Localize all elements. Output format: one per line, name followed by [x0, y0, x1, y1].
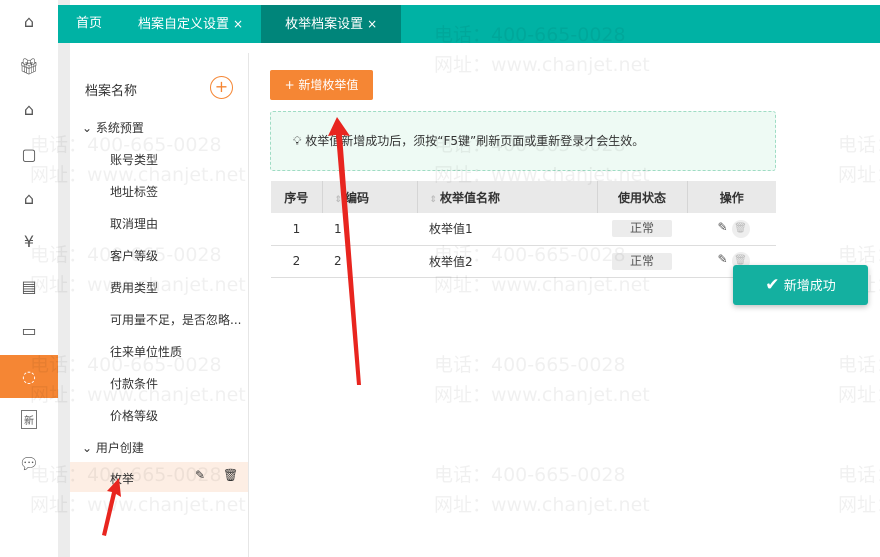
edit-icon[interactable]: ✎ [717, 252, 727, 266]
status-badge: 正常 [612, 252, 672, 270]
tab-bar: 首页 档案自定义设置 × 枚举档案设置 × [58, 5, 880, 43]
archive-tree-panel: 档案名称 + ⌄ 系统预置 账号类型 地址标签 取消理由 客户等级 费用类型 可… [70, 53, 249, 557]
tree-item[interactable]: 账号类型 [110, 151, 158, 168]
tip-box: 💡︎ 枚举值新增成功后，须按“F5键”刷新页面或重新登录才会生效。 [270, 111, 776, 171]
close-icon[interactable]: × [233, 17, 243, 31]
table-row: 2 2 枚举值2 正常 ✎ 🗑︎ [271, 245, 776, 278]
group-label: 系统预置 [95, 121, 144, 135]
tree-item[interactable]: 地址标签 [110, 183, 158, 200]
col-no: 序号 [271, 181, 323, 213]
building-icon[interactable]: ⌂ [0, 177, 58, 220]
tab-label: 档案自定义设置 [138, 17, 230, 32]
chat-icon[interactable]: 💬︎ [0, 442, 58, 485]
tab-label: 首页 [76, 16, 103, 31]
tab-home[interactable]: 首页 [58, 5, 120, 43]
tree-item[interactable]: 客户等级 [110, 247, 158, 264]
chevron-down-icon: ⌄ [82, 441, 93, 455]
edit-icon[interactable]: ✎ [195, 468, 205, 482]
cell-status: 正常 [597, 245, 687, 278]
col-name[interactable]: ⇕ 枚举值名称 [417, 181, 598, 213]
cell-no: 2 [271, 245, 322, 278]
clipboard-icon[interactable]: ▤ [0, 265, 58, 308]
sort-icon[interactable]: ⇕ [335, 195, 343, 205]
col-code[interactable]: ⇕ 编码 [322, 181, 418, 213]
enum-table: 序号 ⇕ 编码 ⇕ 枚举值名称 使用状态 操作 1 1 枚举值1 正常 ✎ 🗑︎ 2 … [271, 181, 776, 278]
tree-item[interactable]: 费用类型 [110, 279, 158, 296]
house-s-icon[interactable]: ⌂ [0, 88, 58, 131]
cell-status: 正常 [597, 213, 687, 246]
toast-text: 新增成功 [783, 279, 836, 294]
tree-item[interactable]: 可用量不足，是否忽略... [110, 311, 245, 328]
icon-rail: ⌂ 🎁︎ ⌂ ▢ ⌂ ¥ ▤ ▭ ◌ 新 💬︎ [0, 0, 58, 557]
col-actions: 操作 [687, 181, 776, 213]
success-toast: ✔ 新增成功 [733, 265, 868, 305]
gift-icon[interactable]: 🎁︎ [0, 45, 58, 88]
cell-name: 枚举值1 [417, 213, 597, 246]
group-label: 用户创建 [95, 441, 144, 455]
header-label: 编码 [345, 190, 370, 205]
panel-title: 档案名称 [85, 84, 138, 99]
trash-icon[interactable]: 🗑︎ [223, 468, 238, 482]
tab-enum-settings[interactable]: 枚举档案设置 × [261, 5, 402, 43]
chevron-down-icon: ⌄ [82, 121, 93, 135]
add-archive-button[interactable]: + [210, 76, 233, 99]
tree-item[interactable]: 价格等级 [110, 407, 158, 424]
tree-group-user[interactable]: ⌄ 用户创建 [82, 439, 144, 456]
cell-code: 2 [322, 245, 417, 278]
sort-icon[interactable]: ⇕ [430, 195, 438, 205]
edit-icon[interactable]: ✎ [717, 220, 727, 234]
settings-circle-icon[interactable]: ◌ [0, 355, 58, 398]
trash-icon[interactable]: 🗑︎ [731, 219, 750, 238]
add-enum-value-button[interactable]: + 新增枚举值 [270, 70, 373, 100]
check-icon: ✔ [765, 275, 780, 295]
header-label: 枚举值名称 [440, 190, 501, 205]
table-header: 序号 ⇕ 编码 ⇕ 枚举值名称 使用状态 操作 [271, 181, 776, 213]
divider [58, 0, 70, 557]
close-icon[interactable]: × [367, 17, 377, 31]
bag-icon[interactable]: ▢ [0, 133, 58, 176]
tip-text: 枚举值新增成功后，须按“F5键”刷新页面或重新登录才会生效。 [305, 134, 645, 148]
tree-item[interactable]: 往来单位性质 [110, 343, 182, 360]
cell-actions: ✎ 🗑︎ [687, 213, 776, 246]
id-card-icon[interactable]: ▭ [0, 309, 58, 352]
tab-label: 枚举档案设置 [285, 17, 364, 32]
new-label: 新 [21, 410, 37, 429]
home-icon[interactable]: ⌂ [0, 0, 58, 43]
tree-group-system[interactable]: ⌄ 系统预置 [82, 119, 144, 136]
cell-code: 1 [322, 213, 417, 246]
tab-archive-custom[interactable]: 档案自定义设置 × [120, 5, 261, 43]
tree-item[interactable]: 取消理由 [110, 215, 158, 232]
tree-item-selected[interactable]: 枚举 ✎ 🗑︎ [70, 462, 248, 492]
tree-item-label: 枚举 [110, 472, 135, 486]
lightbulb-icon: 💡︎ [293, 134, 302, 148]
col-status: 使用状态 [597, 181, 688, 213]
money-bag-icon[interactable]: ¥ [0, 220, 58, 263]
status-badge: 正常 [612, 220, 672, 238]
table-row: 1 1 枚举值1 正常 ✎ 🗑︎ [271, 213, 776, 246]
cell-name: 枚举值2 [417, 245, 597, 278]
tree-item[interactable]: 付款条件 [110, 375, 158, 392]
cell-no: 1 [271, 213, 322, 246]
new-icon[interactable]: 新 [0, 398, 58, 441]
